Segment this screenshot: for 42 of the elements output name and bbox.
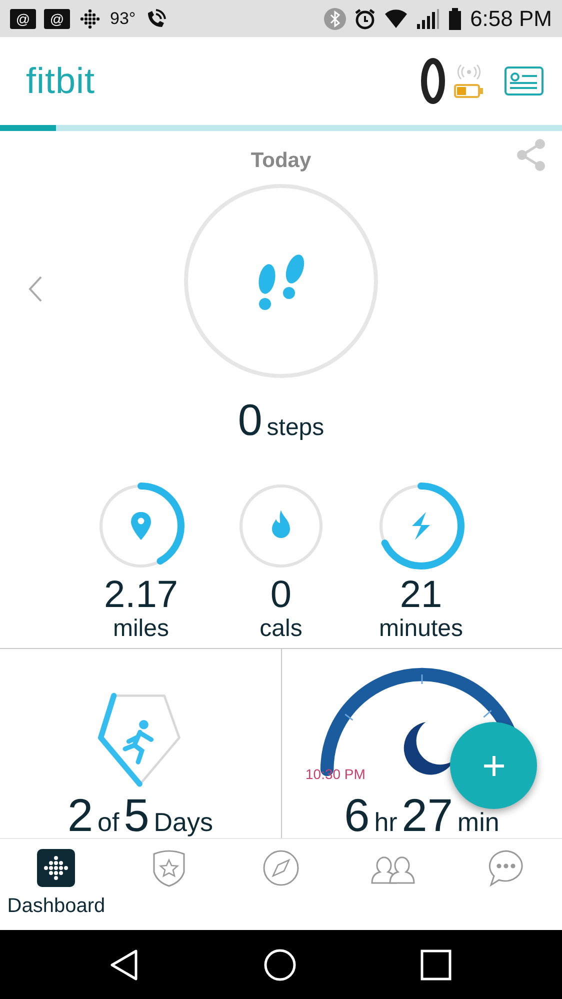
sync-signal-icon — [456, 64, 482, 80]
stat-value: 0 — [270, 576, 292, 616]
stat-unit: minutes — [378, 616, 464, 642]
clock-text: 6:58 PM — [470, 5, 552, 33]
sleep-duration-text: 6 hr 27 min — [344, 792, 500, 838]
home-button[interactable] — [262, 948, 297, 982]
wifi-icon — [384, 8, 408, 30]
chat-icon — [486, 849, 525, 887]
dashboard-icon — [37, 849, 76, 887]
steps-ring[interactable] — [184, 184, 378, 378]
signal-icon — [416, 8, 440, 30]
device-battery-icon — [454, 84, 484, 98]
fitbit-logo: fitbit — [26, 59, 96, 103]
bluetooth-icon — [324, 8, 346, 30]
plus-icon — [482, 754, 506, 778]
dots-icon — [78, 8, 102, 28]
exercise-tile[interactable]: 2 of 5 Days — [0, 649, 280, 838]
previous-day-icon[interactable] — [28, 275, 44, 303]
stat-unit: cals — [260, 616, 302, 642]
bedtime-text: 10:30 PM — [306, 767, 366, 782]
temperature-text: 93° — [110, 8, 136, 30]
recents-button[interactable] — [420, 948, 452, 980]
share-icon[interactable] — [516, 139, 546, 171]
notification-icon: @ — [10, 8, 36, 28]
stat-unit: miles — [112, 616, 169, 642]
notification-icon: @ — [44, 8, 70, 28]
exercise-days-text: 2 of 5 Days — [68, 792, 213, 838]
recents-icon — [420, 948, 452, 980]
stat-value: 2.17 — [104, 576, 178, 616]
back-button[interactable] — [110, 948, 140, 980]
profile-card-icon[interactable] — [504, 66, 544, 96]
battery-icon — [448, 8, 462, 30]
add-button[interactable] — [450, 722, 537, 809]
back-icon — [110, 948, 140, 980]
tracker-band-icon — [420, 57, 446, 105]
stat-value: 21 — [400, 576, 442, 616]
compass-icon — [262, 849, 300, 887]
date-title: Today — [250, 148, 312, 174]
alarm-icon — [354, 8, 376, 30]
home-icon — [262, 948, 297, 982]
steps-count-text: 0 steps — [236, 395, 326, 447]
nav-tab[interactable]: Dashboard — [0, 839, 112, 930]
